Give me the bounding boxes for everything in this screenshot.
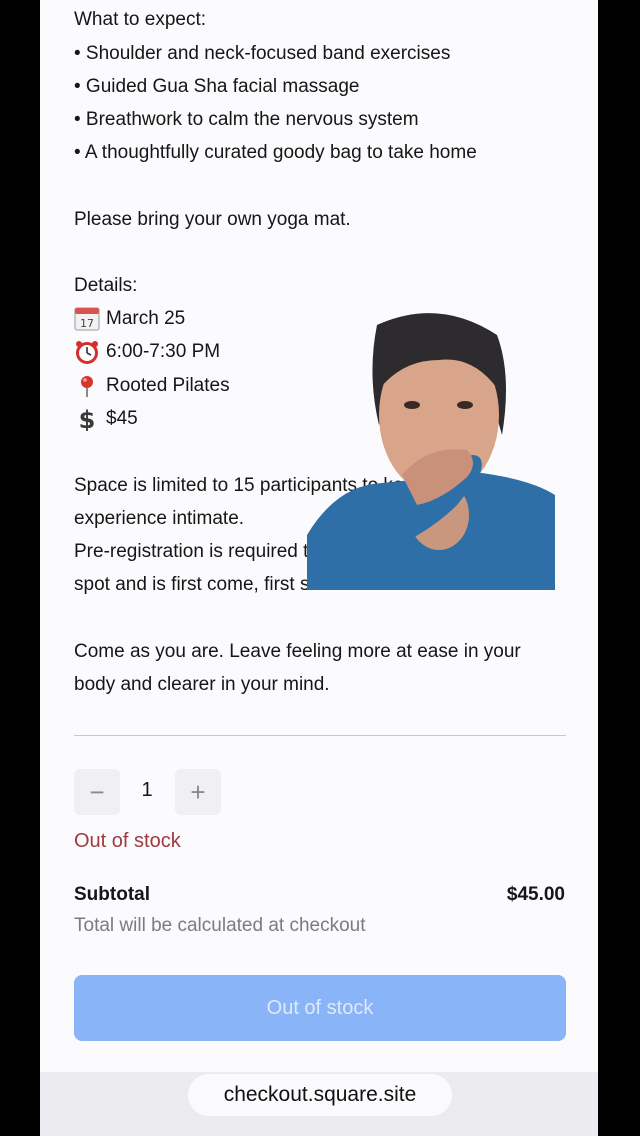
bring-note: Please bring your own yoga mat. — [74, 209, 351, 230]
closing-text-line: body and clearer in your mind. — [74, 674, 330, 695]
phone-screen: What to expect: • Shoulder and neck-focu… — [0, 0, 640, 1136]
section-divider — [74, 735, 566, 736]
bullet-item: • Breathwork to calm the nervous system — [74, 109, 419, 130]
bullet-item: • Guided Gua Sha facial massage — [74, 76, 360, 97]
detail-price: $ $45 — [74, 406, 138, 434]
bullet-item: • A thoughtfully curated goody bag to ta… — [74, 142, 477, 163]
calendar-icon: 17 — [74, 307, 100, 331]
detail-location-text: Rooted Pilates — [106, 375, 230, 397]
dollar-sign-icon: $ — [74, 406, 100, 434]
limit-text-line: experience intimate. — [74, 508, 245, 529]
subtotal-note: Total will be calculated at checkout — [74, 915, 366, 936]
subtotal-label: Subtotal — [74, 884, 150, 905]
alarm-clock-icon — [74, 340, 100, 364]
detail-location: Rooted Pilates — [74, 374, 230, 398]
detail-time: 6:00-7:30 PM — [74, 340, 220, 364]
checkout-button[interactable]: Out of stock — [74, 975, 566, 1041]
detail-price-text: $45 — [106, 408, 138, 430]
calendar-badge-number: 17 — [80, 317, 94, 330]
decrement-button[interactable]: − — [74, 769, 120, 815]
increment-button[interactable]: + — [175, 769, 221, 815]
video-overlay — [307, 305, 555, 590]
subtotal-value: $45.00 — [506, 884, 565, 905]
expect-heading: What to expect: — [74, 9, 207, 30]
map-pin-icon — [74, 374, 100, 398]
quantity-value: 1 — [141, 779, 153, 801]
detail-date-text: March 25 — [106, 308, 186, 330]
detail-date: 17 March 25 — [74, 307, 185, 331]
stock-status: Out of stock — [74, 830, 181, 852]
closing-text-line: Come as you are. Leave feeling more at e… — [74, 641, 521, 662]
details-heading: Details: — [74, 275, 138, 296]
detail-time-text: 6:00-7:30 PM — [106, 341, 221, 363]
bullet-item: • Shoulder and neck-focused band exercis… — [74, 43, 451, 64]
svg-text:$: $ — [79, 407, 96, 431]
browser-url-bar[interactable]: checkout.square.site — [188, 1074, 452, 1116]
